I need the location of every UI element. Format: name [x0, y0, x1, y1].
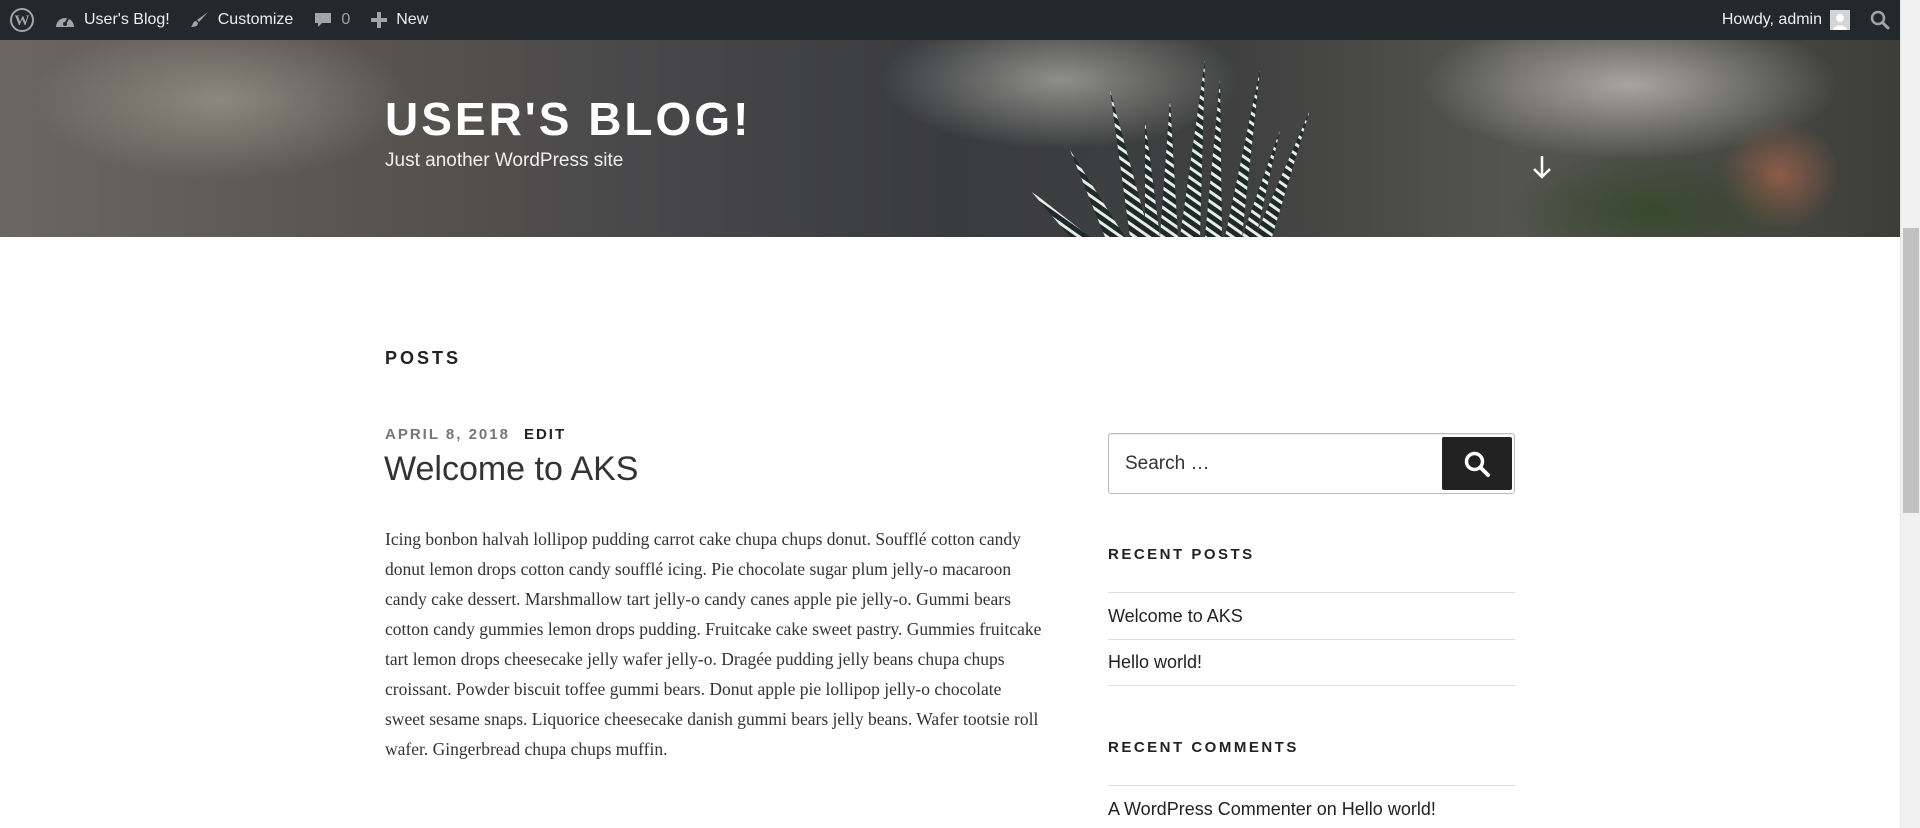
recent-comment-item: A WordPress Commenter on Hello world!: [1108, 785, 1515, 828]
customize-label: Customize: [217, 11, 294, 28]
post-title[interactable]: Welcome to AKS: [384, 450, 639, 489]
comments-count: 0: [341, 11, 351, 28]
recent-comments-title: RECENT COMMENTS: [1108, 739, 1299, 756]
user-avatar-icon: [1830, 10, 1850, 30]
page-title: POSTS: [385, 348, 462, 368]
comments-menu[interactable]: 0: [303, 0, 360, 40]
site-description: Just another WordPress site: [385, 150, 624, 171]
site-title[interactable]: USER'S BLOG!: [385, 92, 751, 146]
comment-author-link[interactable]: A WordPress Commenter: [1108, 799, 1312, 820]
search-submit-button[interactable]: [1442, 437, 1512, 490]
header-bokeh-left: [30, 40, 410, 180]
brush-icon: [190, 12, 208, 27]
post-date[interactable]: APRIL 8, 2018: [385, 426, 510, 443]
new-label: New: [396, 11, 429, 28]
customize-menu[interactable]: Customize: [180, 0, 304, 40]
svg-text:W: W: [15, 13, 30, 29]
arrow-down-icon[interactable]: [1531, 154, 1553, 180]
comment-post-link[interactable]: Hello world!: [1342, 799, 1436, 820]
vertical-scrollbar[interactable]: [1900, 0, 1920, 828]
new-content-menu[interactable]: New: [360, 0, 438, 40]
wordpress-logo-icon: W: [10, 8, 34, 32]
comment-bubble-icon: [315, 13, 332, 27]
wordpress-logo-menu[interactable]: W: [0, 0, 44, 40]
howdy-label: Howdy, admin: [1721, 11, 1822, 28]
adminbar-search[interactable]: [1860, 0, 1900, 40]
search-input[interactable]: [1109, 434, 1439, 493]
edit-post-link[interactable]: EDIT: [524, 426, 566, 443]
my-account-menu[interactable]: Howdy, admin: [1712, 0, 1860, 40]
recent-comments-list: A WordPress Commenter on Hello world!: [1108, 785, 1515, 828]
dashboard-icon: [56, 16, 74, 27]
entry-meta: APRIL 8, 2018 EDIT: [385, 426, 566, 443]
recent-post-item[interactable]: Welcome to AKS: [1108, 592, 1515, 639]
post-content: Icing bonbon halvah lollipop pudding car…: [385, 529, 1042, 759]
recent-posts-list: Welcome to AKS Hello world!: [1108, 592, 1515, 686]
admin-bar: W User's Blog! Customize 0 New Howdy, ad…: [0, 0, 1900, 40]
site-name-label: User's Blog!: [84, 11, 170, 28]
scrollbar-thumb[interactable]: [1903, 228, 1919, 513]
search-icon: [1464, 451, 1490, 477]
comment-on-label: on: [1316, 798, 1337, 819]
recent-post-item[interactable]: Hello world!: [1108, 639, 1515, 686]
avatar: [1830, 10, 1850, 30]
site-name-menu[interactable]: User's Blog!: [44, 0, 180, 40]
recent-posts-title: RECENT POSTS: [1108, 546, 1255, 563]
header-plant-image: [1030, 60, 1310, 237]
site-header: USER'S BLOG! Just another WordPress site: [0, 40, 1900, 237]
search-form: [1108, 433, 1515, 494]
recent-post-link[interactable]: Hello world!: [1108, 652, 1202, 673]
search-icon: [1870, 10, 1890, 30]
recent-post-link[interactable]: Welcome to AKS: [1108, 606, 1243, 627]
plus-icon: [371, 12, 388, 28]
